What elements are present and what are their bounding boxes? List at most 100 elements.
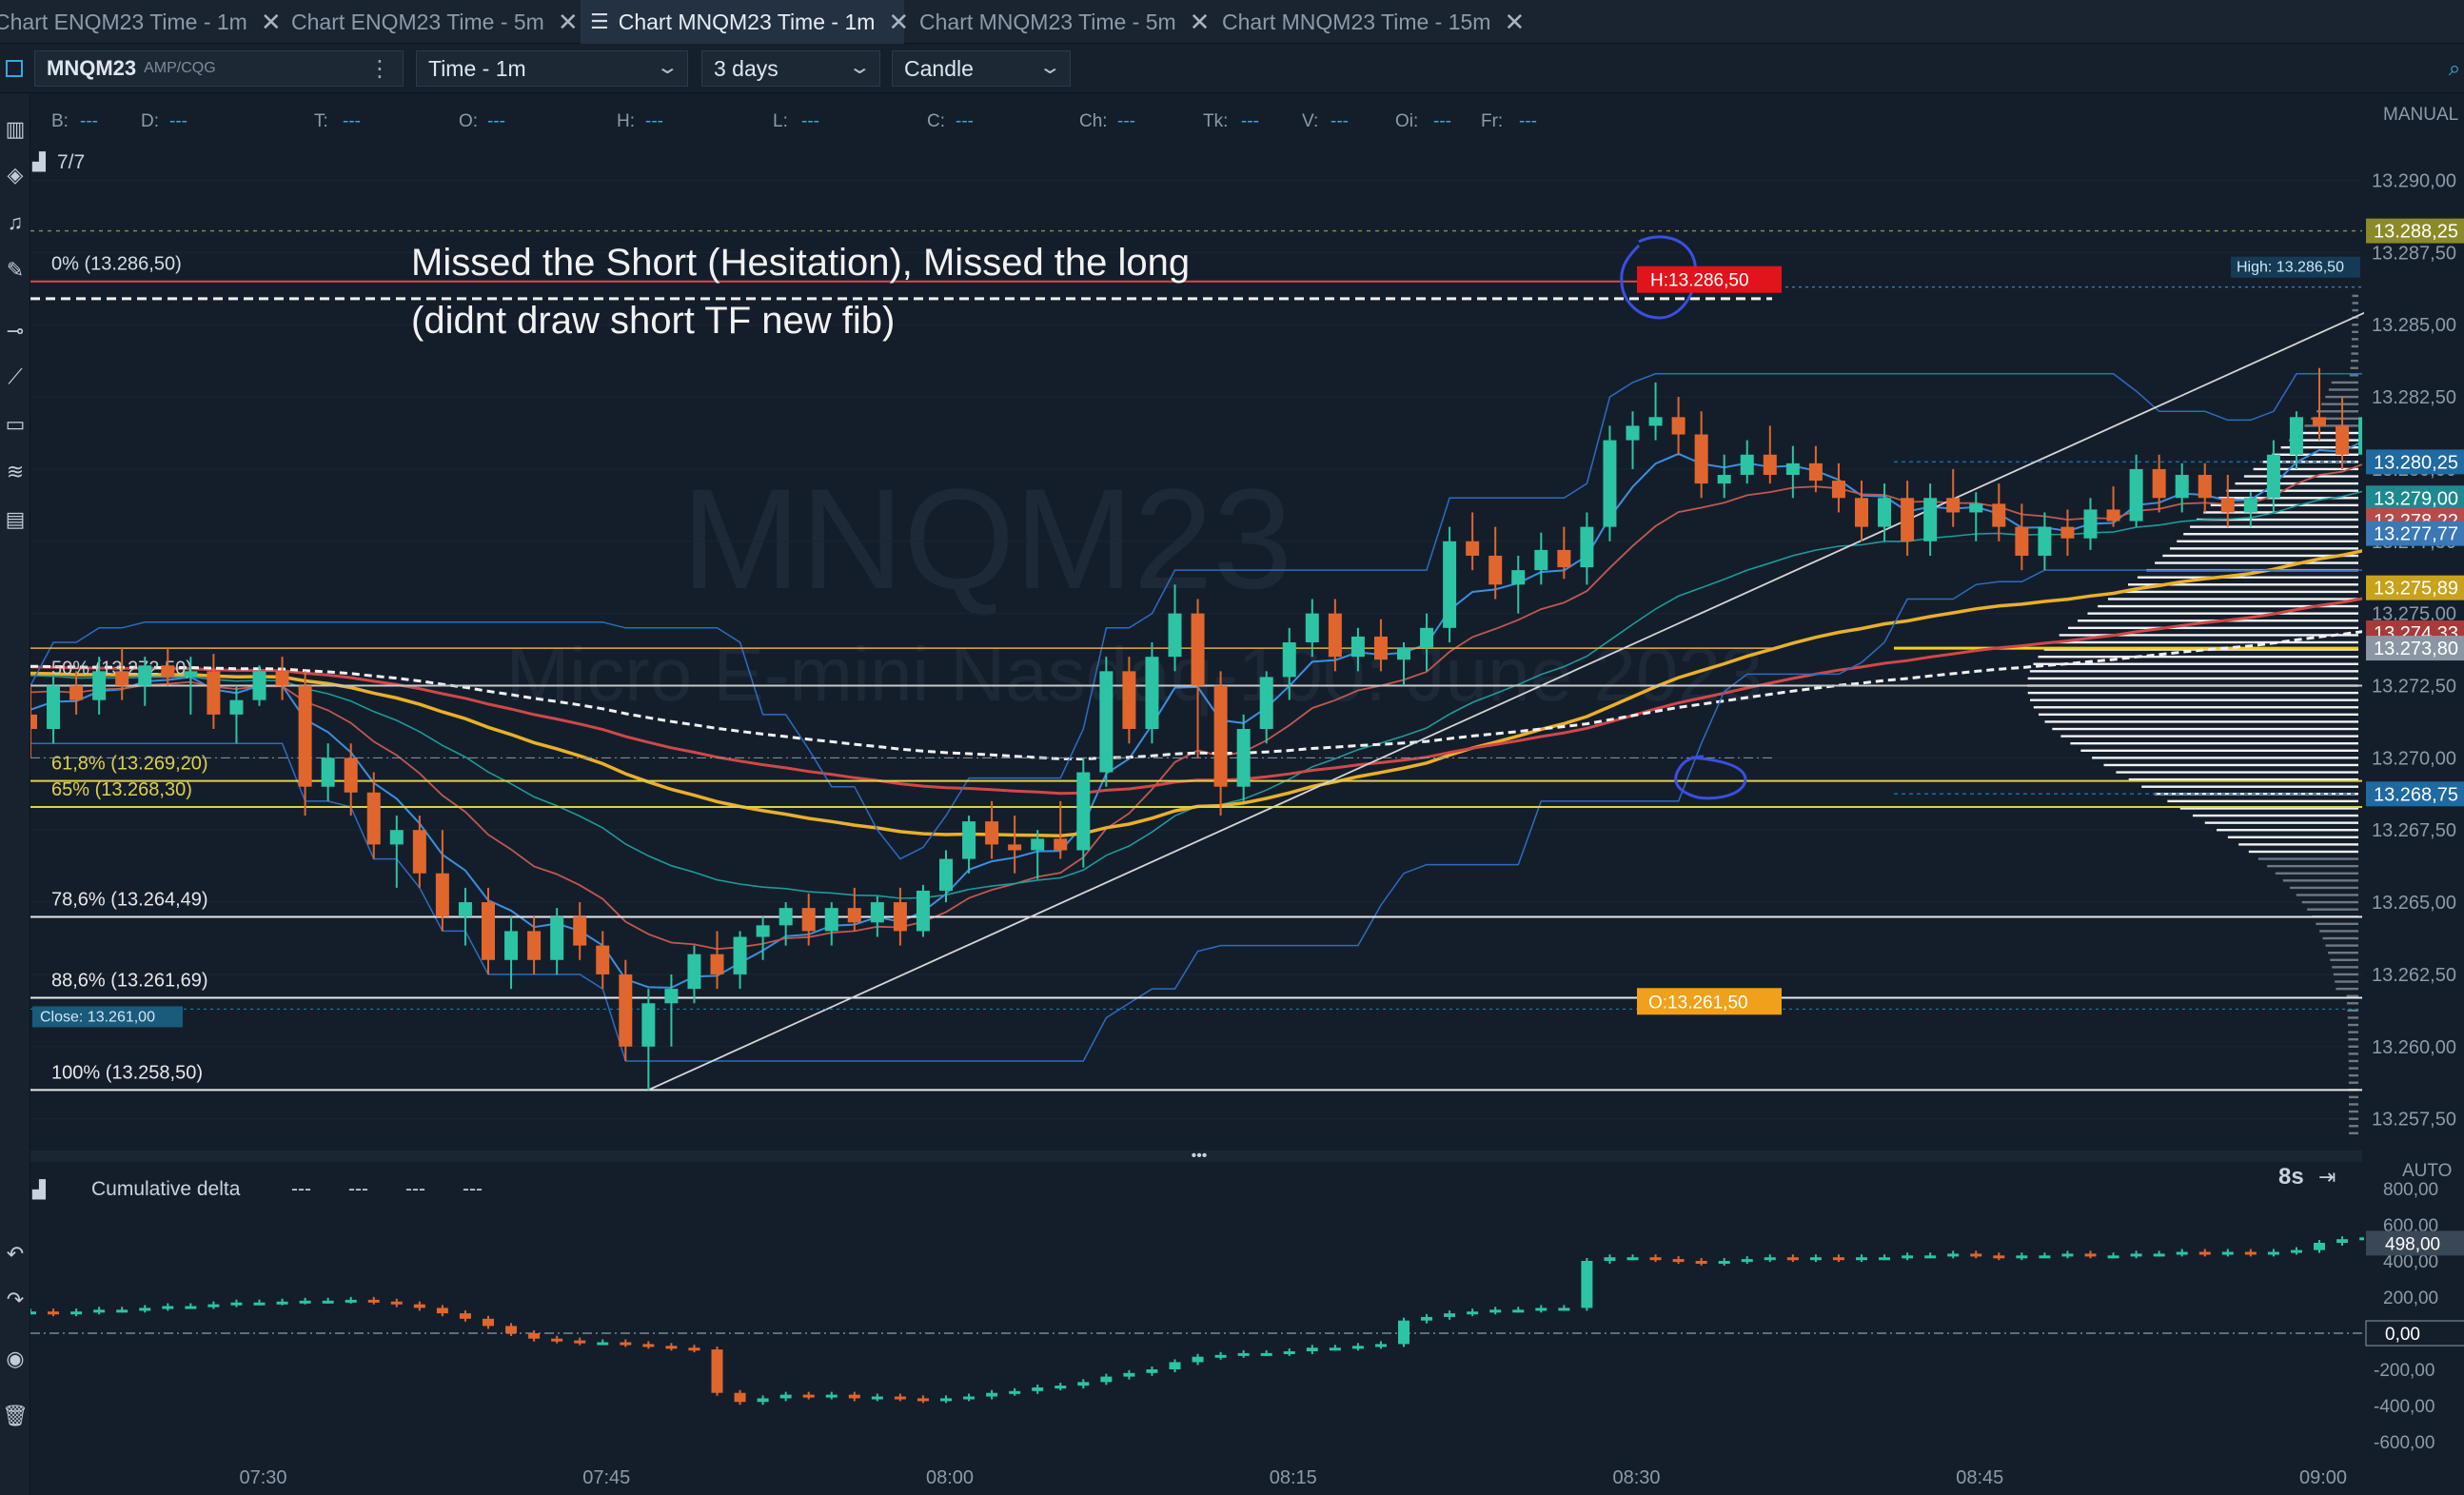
delta-bar: [1444, 1313, 1456, 1317]
candle-body: [229, 699, 244, 715]
tab-enqm23-5m[interactable]: Chart ENQM23 Time - 5m ✕: [291, 0, 579, 44]
delta-bar: [116, 1309, 128, 1313]
close-icon[interactable]: ✕: [888, 8, 909, 37]
candle-body: [1694, 434, 1708, 484]
delta-bar: [1604, 1257, 1616, 1261]
candle-body: [1168, 613, 1182, 658]
candle-body: [1855, 498, 1868, 527]
template-icon[interactable]: ▤: [0, 501, 30, 539]
delta-bar: [2267, 1251, 2279, 1255]
indicator-icon[interactable]: ▟: [31, 1179, 47, 1200]
delta-bar: [48, 1311, 60, 1315]
indicator-count[interactable]: 7/7: [57, 151, 85, 173]
drawing-tools: ▥ ◈ ♫ ✎ ⊸ ⟋ ▭ ≋ ▤ ↶ ↷ ◉ 🗑: [0, 93, 30, 1495]
time-axis[interactable]: 07:3007:4508:0008:1508:3008:4509:0009:15…: [30, 1456, 2464, 1495]
tab-label: Chart ENQM23 Time - 1m: [0, 9, 247, 34]
annotation-line-2[interactable]: (didnt draw short TF new fib): [411, 300, 895, 342]
undo-icon[interactable]: ↶: [0, 1235, 30, 1273]
horizontal-line-icon[interactable]: ⊸: [0, 312, 30, 350]
info-field-label: Ch:: [1079, 111, 1108, 131]
candle-body: [2175, 475, 2189, 499]
candle-body: [847, 908, 861, 923]
volume-bar: [2275, 872, 2358, 875]
price-badge-label: 13.277,77: [2374, 524, 2458, 545]
candle-body: [1603, 440, 1617, 527]
delta-bar: [2039, 1255, 2051, 1259]
chart-style-select[interactable]: Candle ⌄: [892, 50, 1071, 87]
close-icon[interactable]: ✕: [261, 8, 282, 37]
delta-bar: [436, 1308, 448, 1314]
candle-body: [1443, 541, 1457, 628]
delta-bar: [1626, 1257, 1639, 1261]
price-axis[interactable]: MANUAL 13.290,00 13.287,50 13.285,00 13.282,…: [2364, 93, 2464, 1495]
chart-panel[interactable]: ••• MNQM23 Micro E-mini Nasdaq-100: June…: [30, 93, 2464, 1495]
search-icon[interactable]: ⌕: [2445, 50, 2464, 87]
tab-mnqm23-5m[interactable]: Chart MNQM23 Time - 5m ✕: [919, 0, 1210, 44]
delta-bar: [299, 1300, 311, 1304]
volume-bar: [2183, 533, 2358, 536]
delta-bar: [917, 1398, 929, 1402]
close-icon[interactable]: ✕: [1504, 8, 1525, 37]
tab-mnqm23-1m[interactable]: ☰ Chart MNQM23 Time - 1m ✕: [581, 0, 909, 44]
volume-bar: [2349, 1131, 2358, 1135]
indicator-list-icon[interactable]: ▟: [31, 151, 47, 172]
candle-body: [1236, 729, 1251, 787]
candle-body: [573, 916, 587, 946]
visibility-eye-icon[interactable]: ◉: [0, 1340, 30, 1378]
volume-bar: [2038, 713, 2358, 717]
layers-icon[interactable]: ◈: [0, 156, 30, 194]
high-side-label: High: 13.286,50: [2237, 260, 2344, 276]
symbol-selector[interactable]: MNQM23 AMP/CQG ⋮: [34, 50, 404, 87]
candle-body: [1557, 549, 1571, 568]
delta-bar: [734, 1392, 746, 1403]
volume-bar: [2347, 1002, 2358, 1005]
info-field-value: ---: [1519, 111, 1537, 131]
delta-value-1: ---: [291, 1178, 311, 1200]
link-square-icon[interactable]: [0, 50, 29, 87]
rectangle-icon[interactable]: ▭: [0, 405, 30, 443]
volume-bar: [2328, 388, 2358, 391]
volume-bar: [2204, 821, 2358, 824]
candle-body: [985, 821, 999, 845]
drag-handle-icon[interactable]: •••: [1192, 1148, 1208, 1164]
open-marker-label: O:13.261,50: [1648, 993, 1748, 1013]
delta-bar: [2107, 1255, 2119, 1259]
delta-bar: [230, 1302, 243, 1306]
timeframe-select[interactable]: Time - 1m ⌄: [416, 50, 688, 87]
chart-canvas[interactable]: ••• MNQM23 Micro E-mini Nasdaq-100: June…: [30, 93, 2464, 1495]
candle-body: [1305, 613, 1319, 642]
volume-bar: [2351, 352, 2358, 355]
info-field-value: ---: [169, 111, 187, 131]
watermark-symbol: MNQM23: [681, 459, 1292, 619]
tab-mnqm23-15m[interactable]: Chart MNQM23 Time - 15m ✕: [1222, 0, 1527, 44]
alert-bell-icon[interactable]: ♫: [0, 204, 30, 242]
fib-level-label: 61,8% (13.269,20): [51, 754, 208, 775]
tab-label: Chart MNQM23 Time - 15m: [1222, 9, 1491, 34]
info-field-label: D:: [141, 111, 159, 131]
volume-bar: [2316, 922, 2358, 926]
delta-bar: [2176, 1251, 2188, 1255]
range-select[interactable]: 3 days ⌄: [701, 50, 880, 87]
delete-trash-icon[interactable]: 🗑: [0, 1397, 30, 1435]
chart-type-icon[interactable]: ▥: [0, 110, 30, 148]
fibonacci-icon[interactable]: ≋: [0, 453, 30, 491]
close-icon[interactable]: ✕: [558, 8, 579, 37]
close-icon[interactable]: ✕: [1190, 8, 1211, 37]
trend-line-icon[interactable]: ⟋: [0, 358, 30, 396]
scroll-to-end-icon[interactable]: ⇥: [2318, 1165, 2336, 1189]
price-badge-label: 13.268,75: [2374, 784, 2458, 805]
volume-bar: [2238, 843, 2358, 846]
pencil-icon[interactable]: ✎: [0, 251, 30, 289]
delta-bar: [1146, 1369, 1158, 1373]
menu-icon[interactable]: ☰: [590, 10, 609, 34]
volume-bar: [2068, 626, 2358, 630]
candle-body: [1992, 503, 2006, 527]
info-field-label: V:: [1302, 111, 1318, 131]
delta-bar: [345, 1299, 357, 1303]
tab-enqm23-1m[interactable]: Chart ENQM23 Time - 1m ✕: [0, 0, 282, 44]
annotation-line-1[interactable]: Missed the Short (Hesitation), Missed th…: [411, 242, 1190, 284]
candle-body: [366, 792, 381, 845]
kebab-menu-icon[interactable]: ⋮: [368, 55, 391, 83]
tab-label: Chart MNQM23 Time - 1m: [618, 9, 876, 34]
redo-icon[interactable]: ↷: [0, 1281, 30, 1319]
